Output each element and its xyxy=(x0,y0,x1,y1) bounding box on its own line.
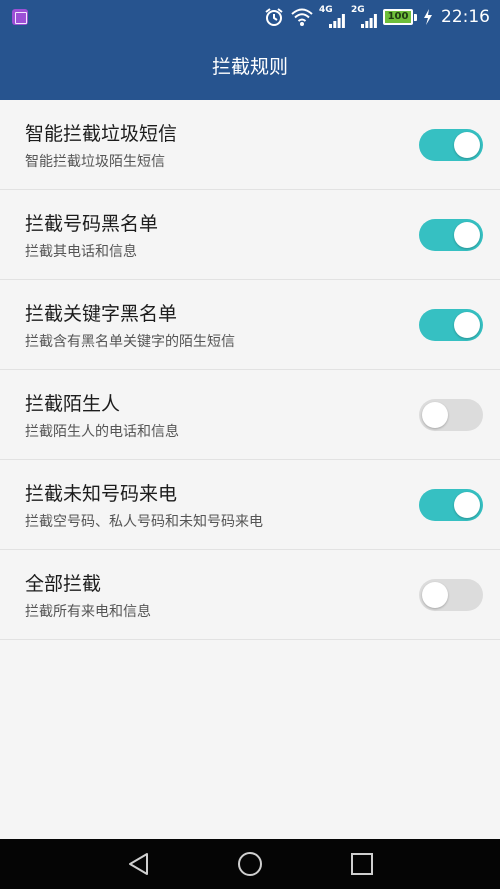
rule-toggle[interactable] xyxy=(419,579,483,611)
toggle-knob xyxy=(454,222,480,248)
rule-row-block-all[interactable]: 全部拦截 拦截所有来电和信息 xyxy=(0,550,500,640)
signal-2g-icon: 2G xyxy=(351,5,377,28)
rule-title: 拦截未知号码来电 xyxy=(25,483,178,505)
rule-row-number-blacklist[interactable]: 拦截号码黑名单 拦截其电话和信息 xyxy=(0,190,500,280)
rule-toggle[interactable] xyxy=(419,399,483,431)
rule-row-spam-sms[interactable]: 智能拦截垃圾短信 智能拦截垃圾陌生短信 xyxy=(0,100,500,190)
toggle-knob xyxy=(422,582,448,608)
navigation-bar xyxy=(0,839,500,889)
toggle-knob xyxy=(454,492,480,518)
toggle-knob xyxy=(454,312,480,338)
rule-title: 智能拦截垃圾短信 xyxy=(25,123,178,145)
rule-title: 拦截号码黑名单 xyxy=(25,213,159,235)
signal-4g-icon: 4G xyxy=(319,5,345,28)
rule-subtitle: 拦截所有来电和信息 xyxy=(25,604,151,620)
page-title: 拦截规则 xyxy=(211,56,288,78)
rule-title: 拦截关键字黑名单 xyxy=(25,303,178,325)
toggle-knob xyxy=(422,402,448,428)
rule-subtitle: 拦截空号码、私人号码和未知号码来电 xyxy=(25,514,263,530)
rule-toggle[interactable] xyxy=(419,489,483,521)
rule-subtitle: 智能拦截垃圾陌生短信 xyxy=(25,154,165,170)
rule-title: 拦截陌生人 xyxy=(25,393,121,415)
alarm-icon xyxy=(265,8,283,26)
recents-icon[interactable] xyxy=(349,851,375,877)
battery-icon: 100 xyxy=(383,9,417,25)
rule-subtitle: 拦截陌生人的电话和信息 xyxy=(25,424,179,440)
back-icon[interactable] xyxy=(126,851,152,877)
rule-toggle[interactable] xyxy=(419,219,483,251)
battery-level: 100 xyxy=(387,11,409,22)
status-time: 22:16 xyxy=(441,7,490,27)
rule-subtitle: 拦截其电话和信息 xyxy=(25,244,137,260)
wifi-icon xyxy=(291,8,313,26)
home-icon[interactable] xyxy=(237,851,263,877)
rule-row-unknown-numbers[interactable]: 拦截未知号码来电 拦截空号码、私人号码和未知号码来电 xyxy=(0,460,500,550)
rule-subtitle: 拦截含有黑名单关键字的陌生短信 xyxy=(25,334,235,350)
toggle-knob xyxy=(454,132,480,158)
rules-list: 智能拦截垃圾短信 智能拦截垃圾陌生短信 拦截号码黑名单 拦截其电话和信息 拦截关… xyxy=(0,100,500,640)
rule-row-keyword-blacklist[interactable]: 拦截关键字黑名单 拦截含有黑名单关键字的陌生短信 xyxy=(0,280,500,370)
rule-toggle[interactable] xyxy=(419,309,483,341)
charging-icon xyxy=(424,9,432,25)
app-notification-icon xyxy=(12,9,28,25)
rule-toggle[interactable] xyxy=(419,129,483,161)
rule-title: 全部拦截 xyxy=(25,573,102,595)
status-bar: 4G 2G 100 22:16 xyxy=(0,0,500,34)
top-bar: 4G 2G 100 22:16 拦截规则 xyxy=(0,0,500,100)
rule-row-strangers[interactable]: 拦截陌生人 拦截陌生人的电话和信息 xyxy=(0,370,500,460)
